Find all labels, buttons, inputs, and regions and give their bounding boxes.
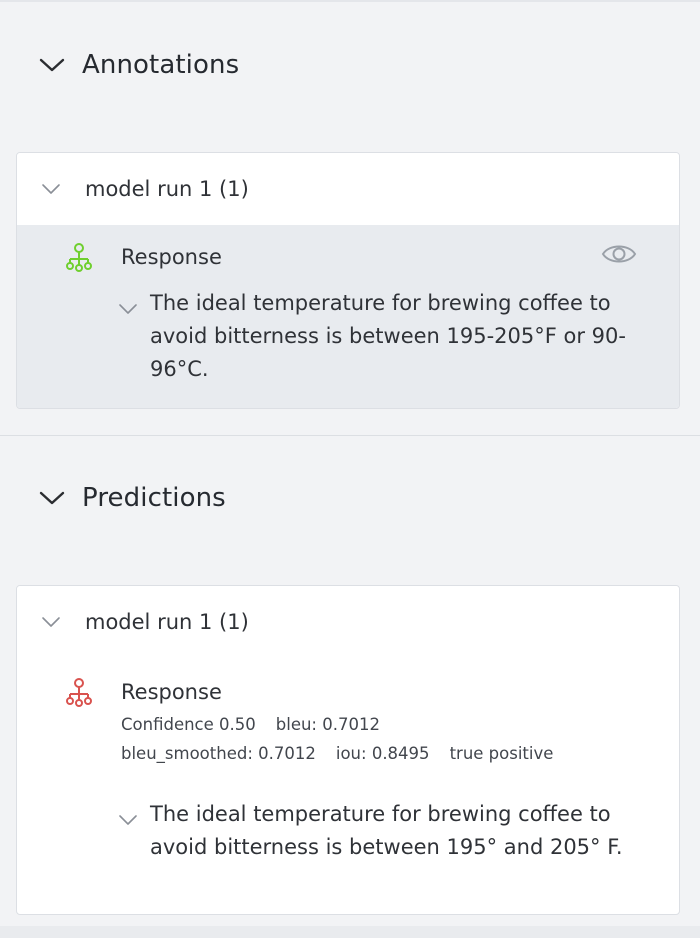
annotations-card-header[interactable]: model run 1 (1) [17, 153, 679, 225]
prediction-response-text-block: The ideal temperature for brewing coffee… [119, 798, 660, 864]
chevron-down-icon[interactable] [118, 803, 138, 836]
response-tree-icon [63, 241, 95, 273]
annotations-title: Annotations [82, 50, 240, 80]
prediction-response-item[interactable]: Response Confidence 0.50 bleu: 0.7012 ble… [17, 658, 679, 914]
bleu-smoothed-value: bleu_smoothed: 0.7012 [121, 744, 316, 763]
annotation-response-item[interactable]: Response The ideal temperature for brewi… [17, 225, 679, 408]
predictions-card: model run 1 (1) Response Confidence 0.50… [16, 585, 680, 915]
response-tree-icon [63, 676, 95, 708]
iou-value: iou: 0.8495 [335, 744, 430, 763]
predictions-card-title: model run 1 (1) [85, 610, 249, 634]
chevron-down-icon[interactable] [118, 292, 138, 325]
prediction-metrics: Confidence 0.50 bleu: 0.7012 bleu_smoothe… [121, 710, 573, 768]
chevron-down-icon [38, 489, 66, 507]
predictions-card-header[interactable]: model run 1 (1) [17, 586, 679, 658]
annotations-card-title: model run 1 (1) [85, 177, 249, 201]
eye-icon[interactable] [601, 241, 637, 271]
prediction-response-label: Response [121, 680, 222, 704]
annotation-response-text-block: The ideal temperature for brewing coffee… [119, 287, 660, 386]
bottom-strip [0, 926, 700, 938]
bleu-value: bleu: 0.7012 [275, 715, 380, 734]
chevron-down-icon [38, 56, 66, 74]
top-divider [0, 0, 700, 2]
predictions-section-toggle[interactable]: Predictions [38, 483, 226, 513]
result-badge: true positive [449, 744, 554, 763]
confidence-value: Confidence 0.50 [121, 715, 256, 734]
annotations-section-toggle[interactable]: Annotations [38, 50, 239, 80]
predictions-title: Predictions [82, 483, 226, 513]
annotations-card: model run 1 (1) Response The ideal tempe… [16, 152, 680, 409]
annotation-response-label: Response [121, 245, 222, 269]
chevron-down-icon [41, 616, 63, 628]
section-divider [0, 435, 700, 436]
prediction-response-text: The ideal temperature for brewing coffee… [150, 802, 623, 859]
annotation-response-text: The ideal temperature for brewing coffee… [150, 291, 626, 381]
chevron-down-icon [41, 183, 63, 195]
